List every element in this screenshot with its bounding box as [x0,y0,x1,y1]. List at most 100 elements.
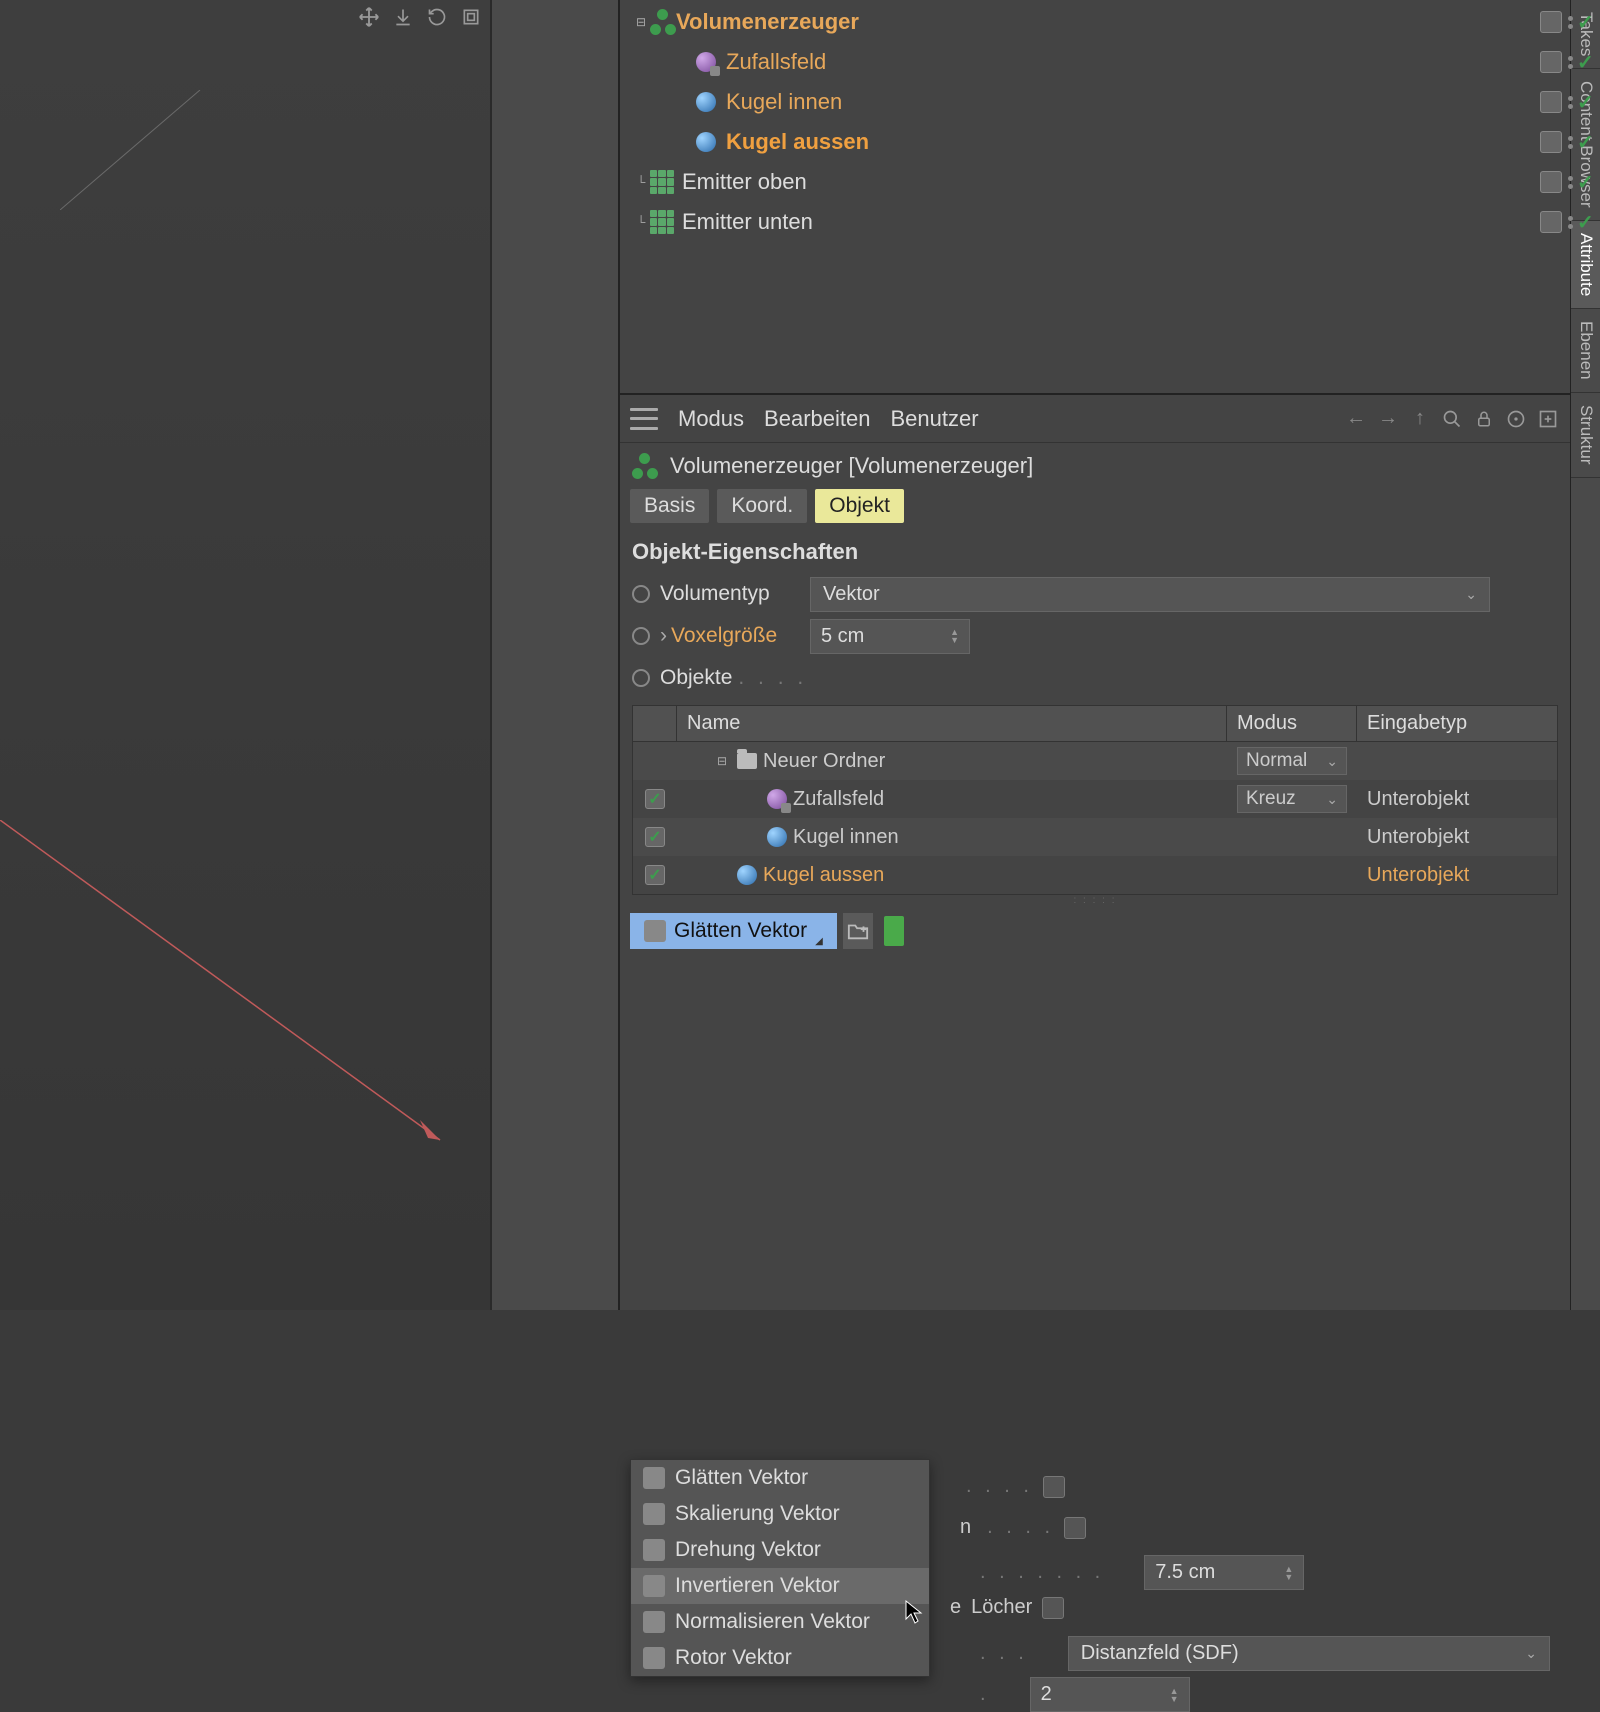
tree-row[interactable]: Kugel aussen ✓ [620,122,1570,162]
object-name[interactable]: Kugel innen [726,89,842,115]
anim-toggle[interactable] [632,669,650,687]
tree-row[interactable]: ⊟Volumenerzeuger ✓ [620,2,1570,42]
object-title: Volumenerzeuger [Volumenerzeuger] [670,453,1033,479]
filter-menu-item[interactable]: Drehung Vektor [631,1532,929,1568]
col-mode[interactable]: Modus [1227,706,1357,741]
layer-toggle[interactable] [1540,51,1562,73]
user-menu[interactable]: Benutzer [890,406,978,432]
viewport-grid-line [60,90,240,210]
checkbox[interactable] [1064,1517,1086,1539]
layer-toggle[interactable] [1540,11,1562,33]
filter-menu-item[interactable]: Glätten Vektor [631,1460,929,1496]
down-icon[interactable] [390,4,416,30]
row-name[interactable]: Kugel innen [793,826,899,849]
row-name[interactable]: Zufallsfeld [793,788,884,811]
visibility-check-icon[interactable]: ✓ [1577,50,1594,75]
move-icon[interactable] [356,4,382,30]
filter-menu-item[interactable]: Invertieren Vektor [631,1568,929,1604]
mode-menu[interactable]: Modus [678,406,744,432]
vector-filter-icon [643,1539,665,1561]
tab-coord[interactable]: Koord. [717,489,807,523]
object-name[interactable]: Emitter oben [682,169,807,195]
visibility-check-icon[interactable]: ✓ [1577,90,1594,115]
folder-icon [737,753,757,769]
lock-icon[interactable] [1472,407,1496,431]
voxel-label[interactable]: ›Voxelgröße [660,624,800,648]
forward-icon[interactable]: → [1376,407,1400,431]
layer-toggle[interactable] [1540,131,1562,153]
num-input[interactable]: 7.5 cm▲▼ [1144,1555,1304,1590]
viewport[interactable] [0,0,620,1310]
layer-toggle[interactable] [1540,171,1562,193]
tree-row[interactable]: └Emitter oben ✓ [620,162,1570,202]
table-row[interactable]: ✓ Kugel aussen Unterobjekt [633,856,1557,894]
row-checkbox[interactable]: ✓ [645,789,665,809]
tab-basis[interactable]: Basis [630,489,709,523]
frame-icon[interactable] [458,4,484,30]
volumentyp-dropdown[interactable]: Vektor⌄ [810,577,1490,612]
object-name[interactable]: Emitter unten [682,209,813,235]
cursor-icon [904,1599,924,1625]
mode-dropdown[interactable]: Kreuz⌄ [1237,785,1347,813]
filter-menu-item[interactable]: Skalierung Vektor [631,1496,929,1532]
table-row[interactable]: ✓ Kugel innen Unterobjekt [633,818,1557,856]
row-checkbox[interactable]: ✓ [645,827,665,847]
anim-toggle[interactable] [632,627,650,645]
voxel-input[interactable]: 5 cm ▲▼ [810,619,970,654]
new-icon[interactable] [1536,407,1560,431]
refresh-icon[interactable] [424,4,450,30]
random-field-icon [767,789,787,809]
object-name[interactable]: Zufallsfeld [726,49,826,75]
row-type: Unterobjekt [1367,826,1469,849]
menu-icon[interactable] [630,408,658,430]
edit-menu[interactable]: Bearbeiten [764,406,870,432]
side-tab-ebenen[interactable]: Ebenen [1571,309,1600,393]
objects-table[interactable]: Name Modus Eingabetyp ⊟ Neuer Ordner Norm… [632,705,1558,895]
tree-row[interactable]: Kugel innen ✓ [620,82,1570,122]
row-name[interactable]: Kugel aussen [763,864,884,887]
object-name[interactable]: Kugel aussen [726,129,869,155]
object-name[interactable]: Volumenerzeuger [676,9,859,35]
attribute-manager[interactable]: Modus Bearbeiten Benutzer ← → ↑ [620,395,1570,1310]
row-checkbox[interactable]: ✓ [645,865,665,885]
filter-menu-item[interactable]: Normalisieren Vektor [631,1604,929,1640]
filter-menu-item[interactable]: Rotor Vektor [631,1640,929,1676]
table-row[interactable]: ✓ Zufallsfeld Kreuz⌄ Unterobjekt [633,780,1557,818]
col-name[interactable]: Name [677,706,1227,741]
filter-dropdown-menu[interactable]: Glätten VektorSkalierung VektorDrehung V… [630,1459,930,1677]
checkbox[interactable] [1043,1476,1065,1498]
visibility-check-icon[interactable]: ✓ [1577,210,1594,235]
sphere-icon [694,130,718,154]
volumentyp-label: Volumentyp [660,582,800,606]
vector-filter-icon [643,1467,665,1489]
visibility-check-icon[interactable]: ✓ [1577,170,1594,195]
cache-button[interactable] [879,913,909,949]
anim-toggle[interactable] [632,585,650,603]
target-icon[interactable] [1504,407,1528,431]
layer-toggle[interactable] [1540,91,1562,113]
vector-filter-icon [643,1575,665,1597]
row-name[interactable]: Neuer Ordner [763,750,885,773]
tab-object[interactable]: Objekt [815,489,904,523]
dropdown[interactable]: Distanzfeld (SDF)⌄ [1068,1636,1550,1671]
expand-toggle[interactable]: ⊟ [632,13,650,31]
side-tab-struktur[interactable]: Struktur [1571,393,1600,478]
up-icon[interactable]: ↑ [1408,407,1432,431]
mode-dropdown[interactable]: Normal⌄ [1237,747,1347,775]
add-folder-button[interactable] [843,913,873,949]
tree-row[interactable]: └Emitter unten ✓ [620,202,1570,242]
search-icon[interactable] [1440,407,1464,431]
expand-toggle[interactable]: ⊟ [713,752,731,770]
visibility-check-icon[interactable]: ✓ [1577,10,1594,35]
checkbox[interactable] [1042,1597,1064,1619]
col-type[interactable]: Eingabetyp [1357,706,1557,741]
tree-row[interactable]: Zufallsfeld ✓ [620,42,1570,82]
visibility-check-icon[interactable]: ✓ [1577,130,1594,155]
back-icon[interactable]: ← [1344,407,1368,431]
filter-dropdown-button[interactable]: Glätten Vektor ◢ [630,913,837,949]
table-row[interactable]: ⊟ Neuer Ordner Normal⌄ [633,742,1557,780]
num-input[interactable]: 2▲▼ [1030,1677,1190,1712]
object-manager[interactable]: ⊟Volumenerzeuger ✓Zufallsfeld ✓Kugel inn… [620,0,1570,395]
layer-toggle[interactable] [1540,211,1562,233]
resize-grip[interactable]: : : : : : [620,895,1570,905]
